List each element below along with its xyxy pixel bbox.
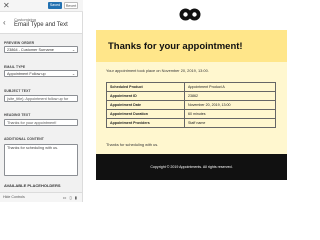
revert-button[interactable]: Revert [64,2,78,9]
heading-label: HEADING TEXT [4,113,31,117]
row-value: Staff name [184,118,276,128]
customizer-topbar: ✕ Saved Revert [0,0,83,12]
brand-logo-icon [179,8,201,21]
section-title: Email Type and Text [14,22,68,28]
table-row: Appointment ID 23862 [106,91,276,101]
row-key: Appointment ID [106,91,185,101]
preview-order-value: 23864 - Customer Surname [7,48,54,52]
thanks-text: Thanks for scheduling with us. [106,142,159,147]
email-type-select[interactable]: Appointment Follow up ⌄ [4,70,78,77]
email-body: Your appointment took place on November … [96,62,287,154]
additional-content-textarea[interactable]: Thanks for scheduling with us. [4,144,78,176]
section-header: ‹ Customizing Email Type and Text [0,12,82,34]
device-preview-icons[interactable]: ▭ ▯ ▮ [63,195,78,200]
table-row: Appointment Providers Staff name [106,118,276,128]
preview-order-label: PREVIEW ORDER [4,41,35,45]
appointment-booked-text: Your appointment took place on November … [106,68,209,73]
table-row: Appointment Date November 20, 2019, 13:0… [106,100,276,110]
table-row: Appointment Duration 60 minutes [106,109,276,119]
row-value: 23862 [184,91,276,101]
email-footer: Copyright © 2019 Appointments. All right… [96,154,287,180]
appointment-details-table: Scheduled Product Appointment Product A … [106,82,276,128]
back-arrow-icon[interactable]: ‹ [3,18,6,28]
row-value: November 20, 2019, 13:00 [184,100,276,110]
available-placeholders-heading[interactable]: AVAILABLE PLACEHOLDERS [4,183,61,188]
email-type-label: EMAIL TYPE [4,65,26,69]
row-value: Appointment Product A [184,82,276,92]
customizer-footer: Hide Controls ▭ ▯ ▮ [0,192,82,202]
subject-input[interactable]: {site_title}: Appointment follow up for [4,95,78,102]
subject-label: SUBJECT TEXT [4,89,31,93]
email-type-value: Appointment Follow up [7,72,46,76]
customizer-panel: ✕ Saved Revert ‹ Customizing Email Type … [0,0,83,202]
table-row: Scheduled Product Appointment Product A [106,82,276,92]
additional-content-label: ADDITIONAL CONTENT [4,137,44,141]
email-preview: Thanks for your appointment! Your appoin… [83,0,300,202]
row-key: Scheduled Product [106,82,185,92]
row-key: Appointment Providers [106,118,185,128]
row-key: Appointment Duration [106,109,185,119]
email-heading: Thanks for your appointment! [96,30,287,62]
preview-order-select[interactable]: 23864 - Customer Surname ⌄ [4,46,78,53]
save-button[interactable]: Saved [48,2,62,9]
chevron-down-icon: ⌄ [71,48,75,52]
chevron-down-icon: ⌄ [71,72,75,76]
row-key: Appointment Date [106,100,185,110]
heading-input[interactable]: Thanks for your appointment! [4,119,78,126]
hide-controls-button[interactable]: Hide Controls [3,195,25,200]
row-value: 60 minutes [184,109,276,119]
close-icon[interactable]: ✕ [3,1,10,11]
